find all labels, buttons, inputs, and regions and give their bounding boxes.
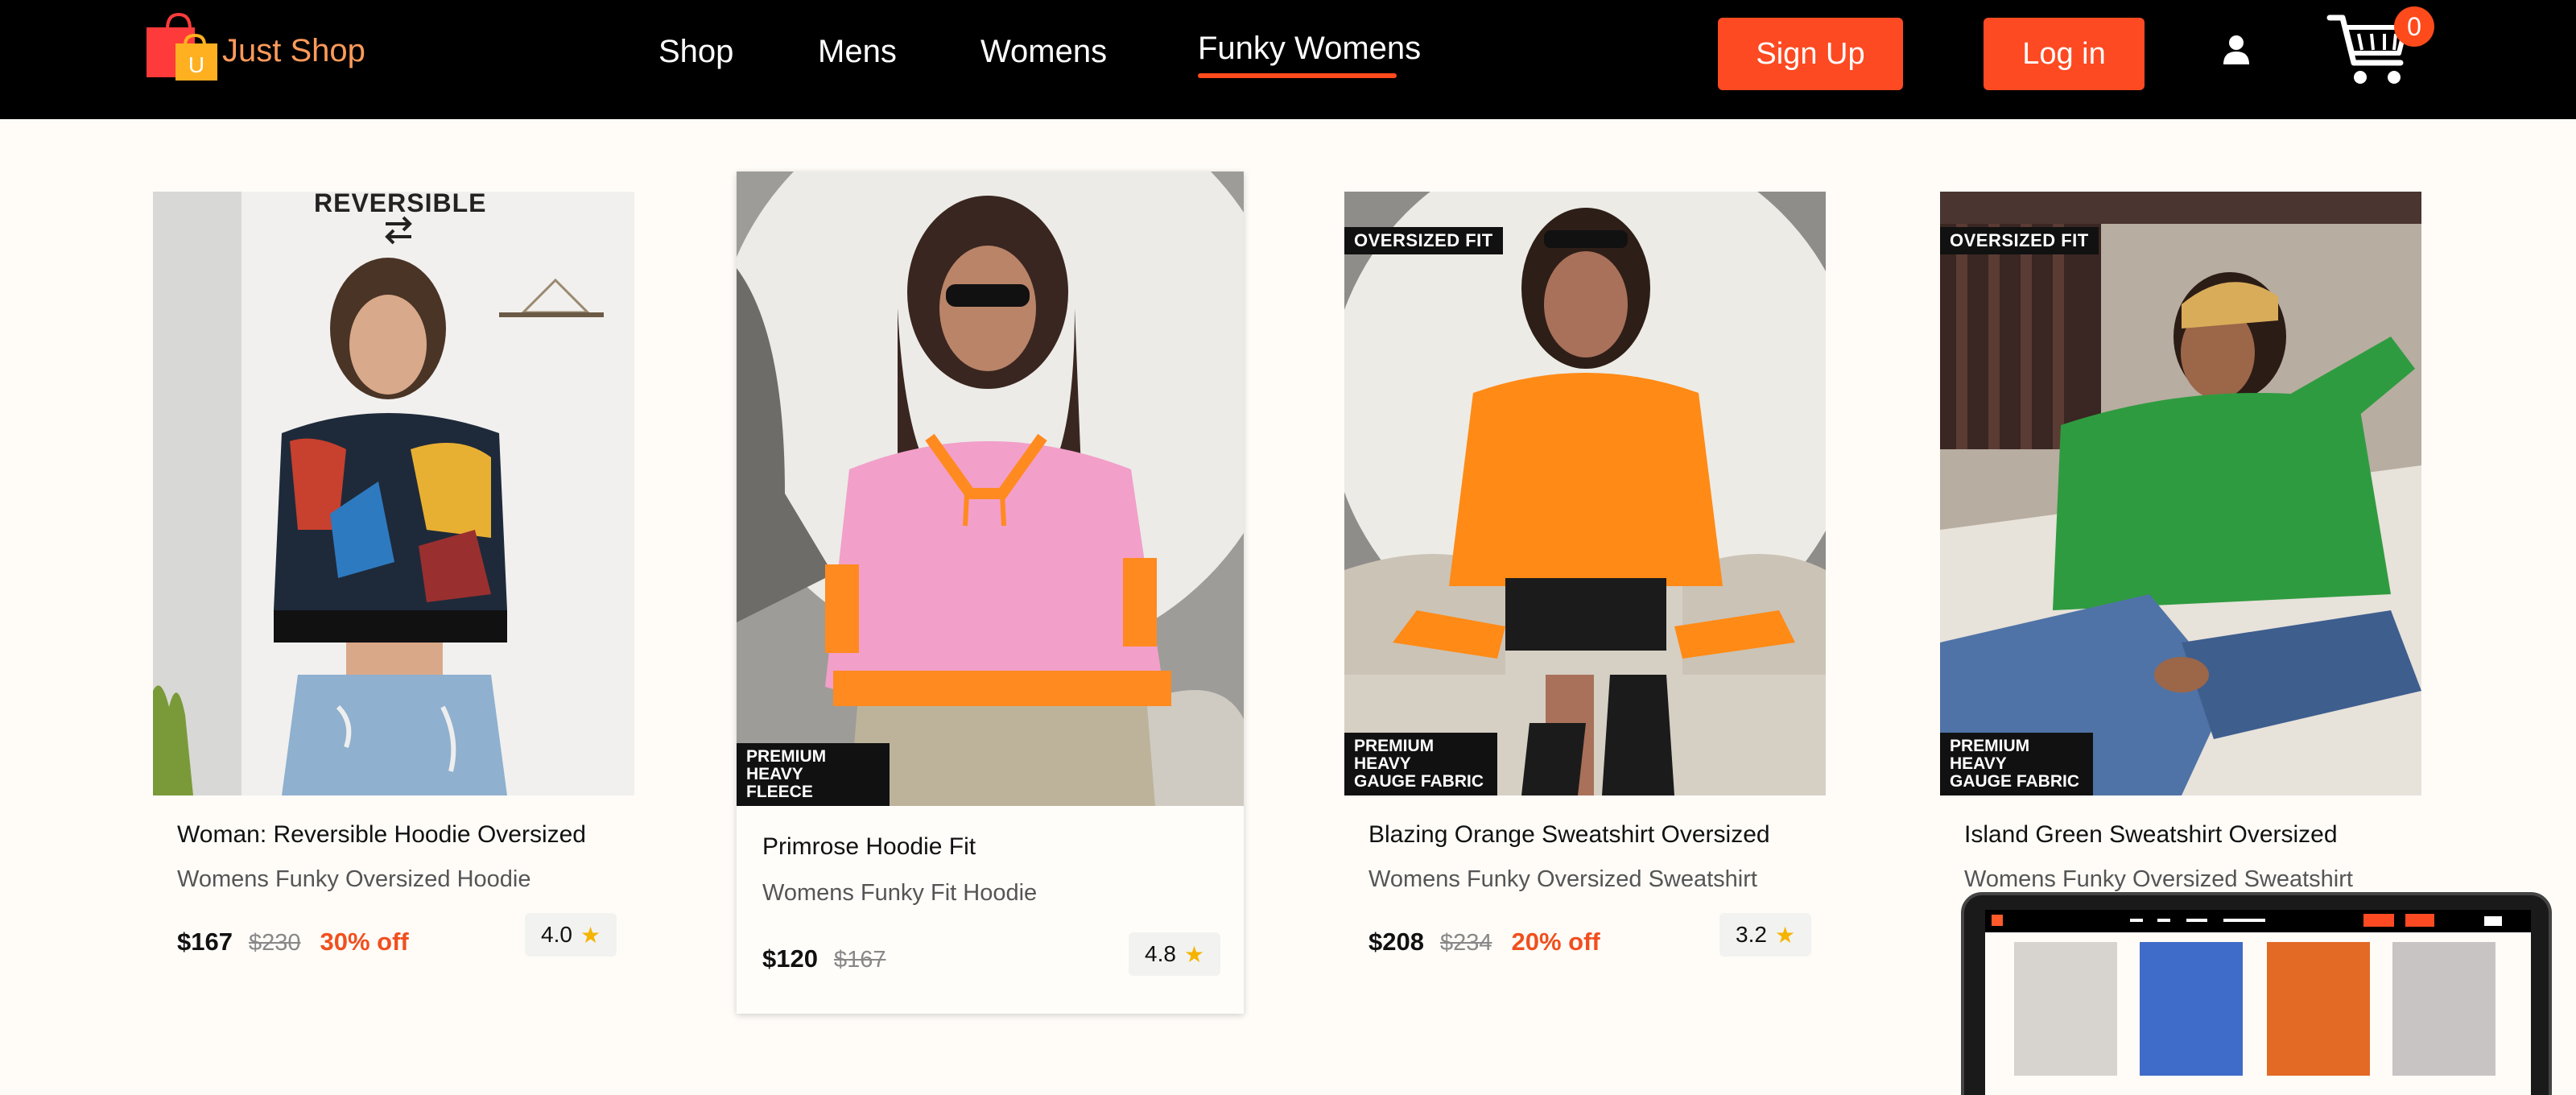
product-image[interactable]: PREMIUM HEAVY FLEECE	[737, 171, 1244, 806]
rating-badge: 4.8 ★	[1129, 932, 1221, 976]
product-card[interactable]: REVERSIBLE Woman: Reversible Hoodie Over…	[153, 192, 634, 981]
shopping-bag-icon: U	[143, 11, 221, 84]
product-discount: 30% off	[320, 928, 409, 956]
fit-tag: OVERSIZED FIT	[1344, 227, 1503, 254]
rating-value: 3.2	[1736, 922, 1767, 947]
mini-navbar	[1985, 910, 2531, 932]
price-row: $167 $230 30% off	[177, 928, 409, 957]
nav-link-mens[interactable]: Mens	[818, 34, 897, 70]
reversible-label: REVERSIBLE	[314, 192, 487, 217]
rating-badge: 3.2 ★	[1719, 913, 1812, 957]
nav-link-shop[interactable]: Shop	[658, 34, 733, 70]
user-icon[interactable]	[2220, 34, 2252, 66]
laptop-screen	[1985, 910, 2531, 1095]
top-navbar: U Just Shop Shop Mens Womens Funky Women…	[0, 0, 2576, 119]
price-row: $208 $234 20% off	[1368, 928, 1600, 957]
rating-value: 4.8	[1145, 941, 1176, 966]
login-button[interactable]: Log in	[1984, 18, 2145, 90]
product-image[interactable]: REVERSIBLE	[153, 192, 634, 795]
product-old-price: $167	[833, 947, 886, 973]
nav-link-womens[interactable]: Womens	[980, 34, 1107, 70]
star-icon: ★	[580, 922, 601, 948]
fabric-tag: PREMIUM HEAVY GAUGE FABRIC	[1940, 733, 2093, 795]
product-card[interactable]: OVERSIZED FIT PREMIUM HEAVY GAUGE FABRIC…	[1344, 192, 1826, 981]
product-old-price: $234	[1439, 930, 1492, 956]
product-price: $208	[1368, 928, 1424, 956]
product-price: $167	[177, 928, 233, 956]
brand-name: Just Shop	[222, 32, 365, 68]
fabric-tag-line-1: PREMIUM HEAVY	[1354, 737, 1435, 773]
nav-link-funky-womens[interactable]: Funky Womens	[1198, 31, 1421, 78]
product-card[interactable]: OVERSIZED FIT PREMIUM HEAVY GAUGE FABRIC…	[1940, 192, 2421, 892]
mini-product-thumb	[2392, 942, 2496, 1076]
product-category: Womens Funky Oversized Hoodie	[177, 866, 531, 892]
mini-product-thumb	[2014, 942, 2117, 1076]
swap-arrows-icon	[382, 216, 415, 245]
star-icon: ★	[1183, 941, 1205, 967]
product-price: $120	[762, 944, 818, 973]
fabric-tag-line-1: PREMIUM HEAVY	[746, 747, 827, 783]
product-category: Womens Funky Oversized Sweatshirt	[1964, 866, 2353, 892]
product-image[interactable]: OVERSIZED FIT PREMIUM HEAVY GAUGE FABRIC	[1940, 192, 2421, 795]
mini-product-thumb	[2140, 942, 2243, 1076]
mini-product-thumb	[2267, 942, 2370, 1076]
price-row: $120 $167	[762, 944, 886, 973]
fabric-tag: PREMIUM HEAVY FLEECE	[737, 743, 890, 806]
svg-text:U: U	[188, 52, 204, 77]
product-category: Womens Funky Oversized Sweatshirt	[1368, 866, 1757, 892]
fabric-tag-line-2: GAUGE FABRIC	[1950, 772, 2080, 791]
fabric-tag-line-2: GAUGE FABRIC	[1354, 772, 1484, 791]
signup-button[interactable]: Sign Up	[1718, 18, 1903, 90]
cart-count-badge: 0	[2394, 6, 2434, 47]
product-name[interactable]: Blazing Orange Sweatshirt Oversized	[1368, 821, 1770, 849]
fit-tag: OVERSIZED FIT	[1940, 227, 2099, 254]
brand-logo[interactable]: U Just Shop	[143, 11, 365, 84]
fabric-tag-line-1: PREMIUM HEAVY	[1950, 737, 2030, 773]
laptop-preview-image	[1961, 892, 2552, 1095]
product-old-price: $230	[248, 930, 301, 956]
product-name[interactable]: Woman: Reversible Hoodie Oversized	[177, 821, 586, 849]
product-name[interactable]: Island Green Sweatshirt Oversized	[1964, 821, 2338, 849]
rating-badge: 4.0 ★	[525, 913, 617, 957]
star-icon: ★	[1774, 922, 1796, 948]
rating-value: 4.0	[541, 922, 572, 947]
product-card[interactable]: PREMIUM HEAVY FLEECE Primrose Hoodie Fit…	[737, 171, 1244, 1014]
product-image[interactable]: OVERSIZED FIT PREMIUM HEAVY GAUGE FABRIC	[1344, 192, 1826, 795]
fabric-tag: PREMIUM HEAVY GAUGE FABRIC	[1344, 733, 1497, 795]
fabric-tag-line-2: FLEECE	[746, 783, 813, 801]
product-discount: 20% off	[1511, 928, 1600, 956]
product-category: Womens Funky Fit Hoodie	[762, 880, 1038, 906]
product-name[interactable]: Primrose Hoodie Fit	[762, 833, 976, 861]
